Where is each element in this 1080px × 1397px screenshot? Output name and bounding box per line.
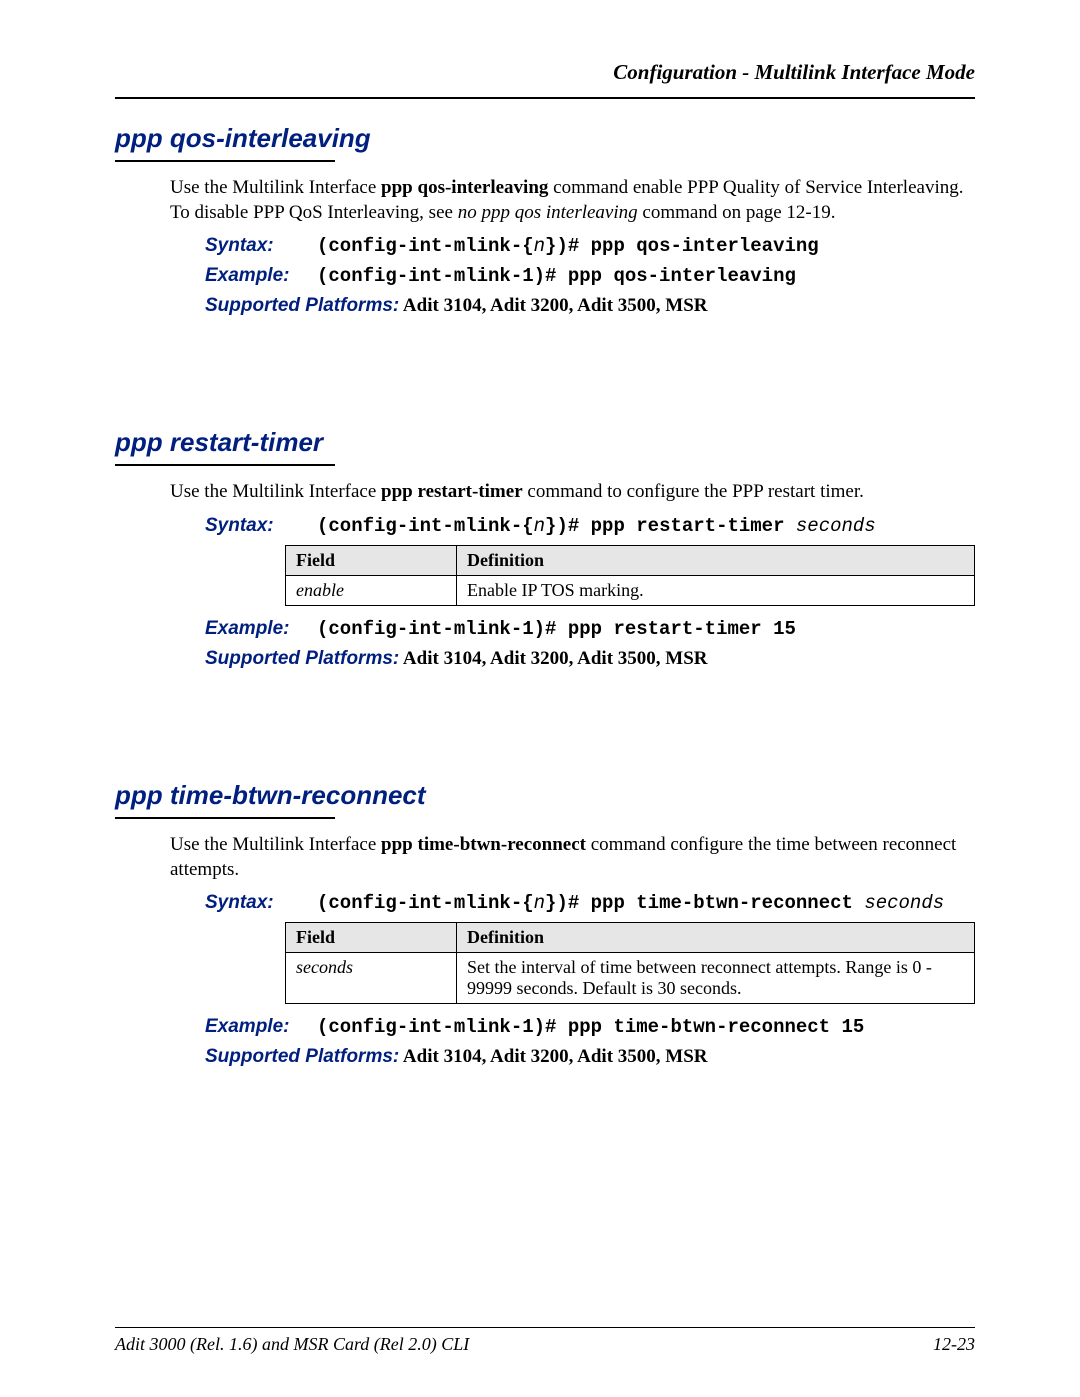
- field-cell: seconds: [286, 953, 457, 1004]
- table-header-definition: Definition: [457, 546, 975, 576]
- code-arg: n: [534, 892, 545, 914]
- table-header-row: Field Definition: [286, 923, 975, 953]
- intro-text: Use the Multilink Interface ppp time-btw…: [170, 833, 975, 882]
- code: (config-int-mlink-{: [317, 235, 534, 257]
- footer-right: 12-23: [933, 1334, 975, 1355]
- definition-table: Field Definition seconds Set the interva…: [285, 922, 975, 1004]
- definition-cell: Set the interval of time between reconne…: [457, 953, 975, 1004]
- table-row: enable Enable IP TOS marking.: [286, 576, 975, 606]
- running-header: Configuration - Multilink Interface Mode: [115, 60, 975, 85]
- example-row: Example: (config-int-mlink-1)# ppp time-…: [205, 1016, 975, 1038]
- footer-left: Adit 3000 (Rel. 1.6) and MSR Card (Rel 2…: [115, 1334, 469, 1355]
- section-ppp-time-btwn-reconnect: ppp time-btwn-reconnect Use the Multilin…: [115, 780, 975, 1068]
- platforms-value: Adit 3104, Adit 3200, Adit 3500, MSR: [399, 648, 707, 669]
- table-header-row: Field Definition: [286, 546, 975, 576]
- code: })# ppp qos-interleaving: [545, 235, 819, 257]
- syntax-code: (config-int-mlink-{n})# ppp time-btwn-re…: [317, 892, 944, 914]
- platforms-row: Supported Platforms: Adit 3104, Adit 320…: [205, 295, 975, 317]
- page: Configuration - Multilink Interface Mode…: [0, 0, 1080, 1397]
- section-title: ppp restart-timer: [115, 427, 975, 458]
- command-name: ppp qos-interleaving: [381, 177, 548, 198]
- intro-text: Use the Multilink Interface ppp qos-inte…: [170, 176, 975, 225]
- code-arg: n: [534, 515, 545, 537]
- example-label: Example:: [205, 618, 317, 640]
- platforms-row: Supported Platforms: Adit 3104, Adit 320…: [205, 1046, 975, 1068]
- platforms-value: Adit 3104, Adit 3200, Adit 3500, MSR: [399, 1046, 707, 1067]
- example-code: (config-int-mlink-1)# ppp time-btwn-reco…: [317, 1016, 864, 1038]
- section-ppp-restart-timer: ppp restart-timer Use the Multilink Inte…: [115, 427, 975, 670]
- section-ppp-qos-interleaving: ppp qos-interleaving Use the Multilink I…: [115, 123, 975, 317]
- table-header-field: Field: [286, 546, 457, 576]
- table-header-field: Field: [286, 923, 457, 953]
- code-arg: seconds: [864, 892, 944, 914]
- top-rule: [115, 97, 975, 99]
- platforms-label: Supported Platforms:: [205, 295, 399, 316]
- syntax-code: (config-int-mlink-{n})# ppp qos-interlea…: [317, 235, 819, 257]
- platforms-value: Adit 3104, Adit 3200, Adit 3500, MSR: [399, 295, 707, 316]
- code: })# ppp time-btwn-reconnect: [545, 892, 864, 914]
- text: command on page 12-19.: [638, 202, 836, 223]
- footer-rule: [115, 1327, 975, 1328]
- example-row: Example: (config-int-mlink-1)# ppp resta…: [205, 618, 975, 640]
- platforms-row: Supported Platforms: Adit 3104, Adit 320…: [205, 648, 975, 670]
- platforms-label: Supported Platforms:: [205, 648, 399, 669]
- syntax-row: Syntax: (config-int-mlink-{n})# ppp time…: [205, 892, 975, 914]
- title-underline: [115, 464, 335, 466]
- example-row: Example: (config-int-mlink-1)# ppp qos-i…: [205, 265, 975, 287]
- intro-text: Use the Multilink Interface ppp restart-…: [170, 480, 975, 505]
- table-header-definition: Definition: [457, 923, 975, 953]
- code-arg: seconds: [796, 515, 876, 537]
- example-label: Example:: [205, 1016, 317, 1038]
- example-code: (config-int-mlink-1)# ppp restart-timer …: [317, 618, 796, 640]
- footer-row: Adit 3000 (Rel. 1.6) and MSR Card (Rel 2…: [115, 1334, 975, 1355]
- syntax-code: (config-int-mlink-{n})# ppp restart-time…: [317, 515, 876, 537]
- syntax-label: Syntax:: [205, 235, 317, 257]
- syntax-label: Syntax:: [205, 515, 317, 537]
- section-title: ppp time-btwn-reconnect: [115, 780, 975, 811]
- page-footer: Adit 3000 (Rel. 1.6) and MSR Card (Rel 2…: [115, 1327, 975, 1355]
- platforms-label: Supported Platforms:: [205, 1046, 399, 1067]
- code-arg: n: [534, 235, 545, 257]
- definition-cell: Enable IP TOS marking.: [457, 576, 975, 606]
- code: (config-int-mlink-{: [317, 892, 534, 914]
- table-row: seconds Set the interval of time between…: [286, 953, 975, 1004]
- syntax-row: Syntax: (config-int-mlink-{n})# ppp rest…: [205, 515, 975, 537]
- example-code: (config-int-mlink-1)# ppp qos-interleavi…: [317, 265, 796, 287]
- text: Use the Multilink Interface: [170, 834, 381, 855]
- section-title: ppp qos-interleaving: [115, 123, 975, 154]
- title-underline: [115, 817, 335, 819]
- text: Use the Multilink Interface: [170, 481, 381, 502]
- syntax-label: Syntax:: [205, 892, 317, 914]
- title-underline: [115, 160, 335, 162]
- cross-reference: no ppp qos interleaving: [458, 202, 638, 223]
- command-name: ppp time-btwn-reconnect: [381, 834, 586, 855]
- code: (config-int-mlink-{: [317, 515, 534, 537]
- command-name: ppp restart-timer: [381, 481, 523, 502]
- example-label: Example:: [205, 265, 317, 287]
- text: Use the Multilink Interface: [170, 177, 381, 198]
- code: })# ppp restart-timer: [545, 515, 796, 537]
- field-cell: enable: [286, 576, 457, 606]
- text: command to configure the PPP restart tim…: [523, 481, 864, 502]
- syntax-row: Syntax: (config-int-mlink-{n})# ppp qos-…: [205, 235, 975, 257]
- definition-table: Field Definition enable Enable IP TOS ma…: [285, 545, 975, 606]
